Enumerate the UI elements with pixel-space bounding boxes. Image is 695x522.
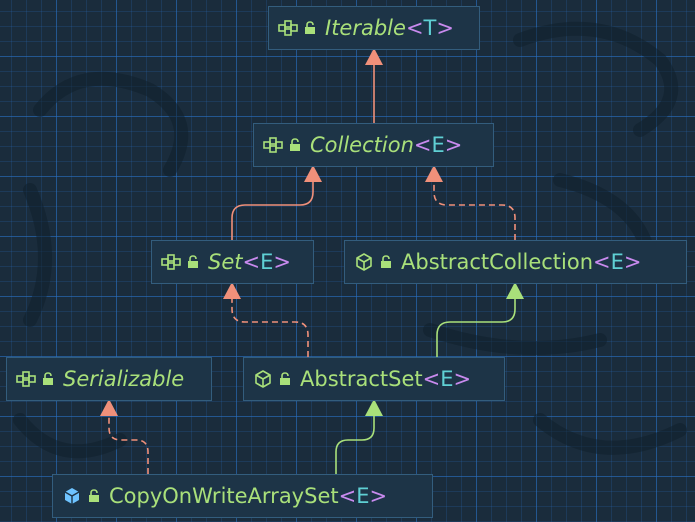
edge-cowset-to-serializable <box>108 415 149 474</box>
node-label: CopyOnWriteArraySet <box>109 484 339 508</box>
arrowhead-set <box>223 282 241 299</box>
node-label: AbstractSet <box>300 367 423 391</box>
generic-close: > <box>369 484 388 508</box>
interface-icon <box>15 368 37 390</box>
arrowhead-collection-left <box>304 165 322 182</box>
generic-open: < <box>422 367 441 391</box>
node-set[interactable]: Set < E > <box>151 240 314 284</box>
node-label: AbstractCollection <box>401 250 594 274</box>
public-lock-icon <box>288 137 302 153</box>
generic-close: > <box>453 367 472 391</box>
public-lock-icon <box>186 254 200 270</box>
arrowhead-abstractcollection <box>506 282 524 299</box>
node-label: Iterable <box>325 16 406 40</box>
public-lock-icon <box>303 20 317 36</box>
abstract-class-icon <box>353 251 375 273</box>
type-parameter: T <box>423 16 437 40</box>
edge-cowset-to-abstractset <box>335 415 375 474</box>
public-lock-icon <box>87 488 101 504</box>
generic-close: > <box>273 250 291 274</box>
node-label: Collection <box>310 133 414 157</box>
type-parameter: E <box>610 250 624 274</box>
public-lock-icon <box>379 254 393 270</box>
type-parameter: E <box>356 484 370 508</box>
public-lock-icon <box>41 371 55 387</box>
abstract-class-icon <box>252 368 274 390</box>
generic-open: < <box>413 133 432 157</box>
node-iterable[interactable]: Iterable < T > <box>268 6 480 50</box>
interface-icon <box>262 134 284 156</box>
node-serializable[interactable]: Serializable <box>6 357 212 401</box>
type-parameter: E <box>260 250 274 274</box>
generic-close: > <box>444 133 463 157</box>
node-abstract-set[interactable]: AbstractSet < E > <box>243 357 505 401</box>
edge-abstractset-to-set <box>231 298 309 357</box>
type-parameter: E <box>440 367 454 391</box>
public-lock-icon <box>278 371 292 387</box>
generic-close: > <box>436 16 454 40</box>
arrowhead-iterable <box>365 48 383 65</box>
edge-abstractcollection-to-collection <box>433 181 516 240</box>
generic-open: < <box>405 16 424 40</box>
generic-open: < <box>242 250 261 274</box>
node-label: Serializable <box>63 367 185 391</box>
edge-set-to-collection <box>231 181 314 240</box>
node-copy-on-write-array-set[interactable]: CopyOnWriteArraySet < E > <box>52 474 433 518</box>
edge-abstractset-to-abstractcollection <box>436 298 516 357</box>
node-abstract-collection[interactable]: AbstractCollection < E > <box>344 240 687 284</box>
interface-icon <box>277 17 299 39</box>
class-icon <box>61 485 83 507</box>
type-parameter: E <box>431 133 445 157</box>
generic-open: < <box>593 250 611 274</box>
node-label: Set <box>208 250 243 274</box>
interface-icon <box>160 251 182 273</box>
arrowhead-serializable <box>100 399 118 416</box>
generic-open: < <box>338 484 357 508</box>
arrowhead-abstractset <box>365 399 383 416</box>
node-collection[interactable]: Collection < E > <box>253 123 494 167</box>
arrowhead-collection-right <box>425 165 443 182</box>
generic-close: > <box>623 250 642 274</box>
